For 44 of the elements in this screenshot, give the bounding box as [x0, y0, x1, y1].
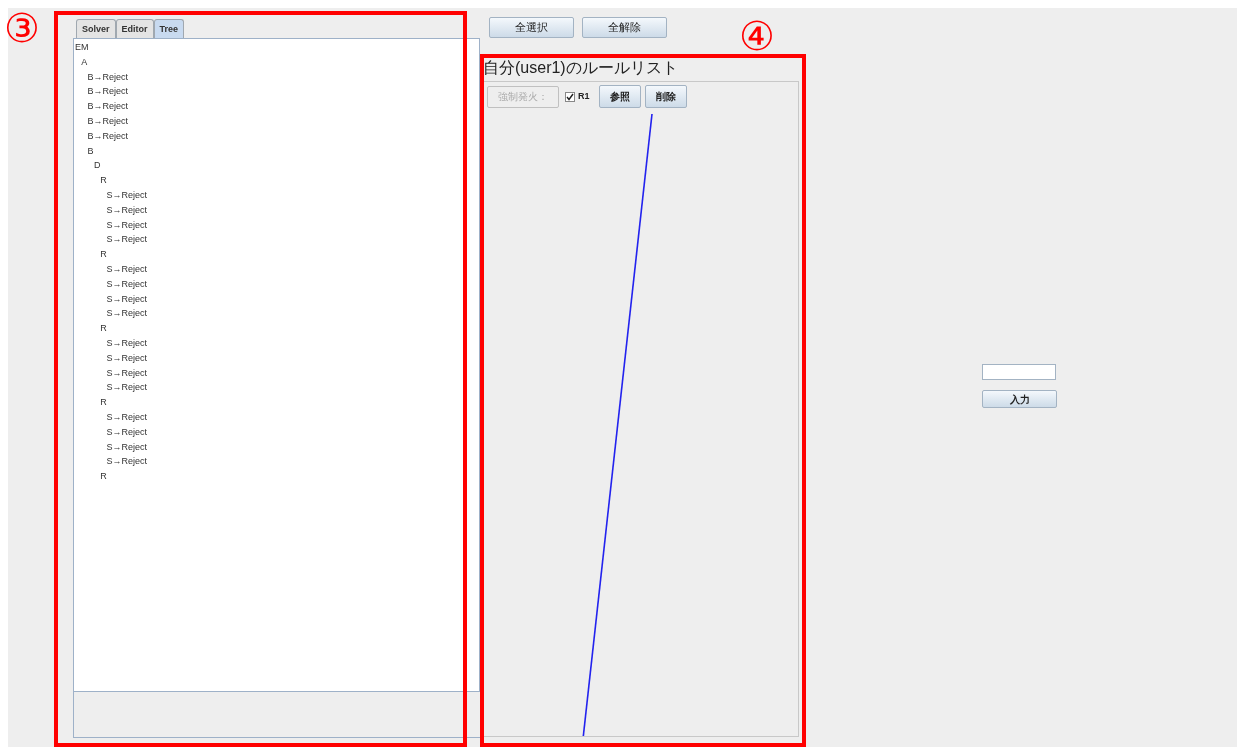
tree-node[interactable]: R [100, 247, 107, 262]
rule-checkbox[interactable] [565, 91, 575, 102]
tree-node[interactable]: S→Reject [106, 261, 147, 277]
tab[interactable]: Editor [115, 19, 154, 38]
tree-node[interactable]: B→Reject [87, 114, 129, 129]
tree-node[interactable]: S→Reject [106, 232, 147, 248]
rule-button[interactable]: 参照 [598, 85, 641, 108]
tree-node[interactable]: S→Reject [106, 335, 147, 351]
rule-list-title: 自分(user1)のルールリスト [483, 58, 678, 78]
tree-node[interactable]: R [100, 395, 107, 410]
tree-node[interactable]: S→Reject [106, 454, 147, 470]
tree-node[interactable]: R [100, 321, 107, 336]
tree-node[interactable]: A [81, 54, 88, 70]
tree-node[interactable]: S→Reject [106, 202, 147, 218]
enter-button[interactable]: 入力 [982, 390, 1057, 408]
tree-node[interactable]: R [100, 173, 107, 188]
toolbar-button[interactable]: 全選択 [489, 17, 574, 38]
rule-button[interactable]: 削除 [644, 85, 687, 108]
tree-node[interactable]: R [100, 469, 107, 484]
tree-node[interactable]: EM [75, 40, 89, 55]
tree-node[interactable]: B→Reject [87, 69, 129, 85]
tree-node[interactable]: D [93, 158, 101, 174]
rule-label: R1 [578, 89, 590, 103]
tree-node[interactable]: S→Reject [106, 276, 147, 292]
tree-node[interactable]: B→Reject [87, 99, 129, 114]
tree-node[interactable]: B→Reject [87, 84, 129, 100]
tree-node[interactable]: S→Reject [106, 380, 147, 396]
tree-node[interactable]: S→Reject [106, 187, 147, 203]
tab[interactable]: Tree [153, 19, 185, 38]
tree-node[interactable]: S→Reject [106, 306, 147, 322]
tree-node[interactable]: S→Reject [106, 409, 147, 425]
tree-node[interactable]: S→Reject [106, 424, 147, 440]
annotation-number: ③ [4, 4, 40, 52]
tree-node[interactable]: B→Reject [87, 128, 129, 144]
tree-node[interactable]: S→Reject [106, 217, 147, 233]
tab[interactable]: Solver [76, 19, 116, 38]
input-field[interactable] [982, 364, 1056, 380]
tree-node[interactable]: S→Reject [106, 365, 147, 381]
annotation-number: ④ [739, 12, 775, 60]
tree-node[interactable]: S→Reject [106, 350, 147, 366]
tree-node[interactable]: B [87, 143, 94, 159]
tree-node[interactable]: S→Reject [106, 291, 147, 307]
toolbar-button[interactable]: 全解除 [582, 17, 667, 38]
tree-node[interactable]: S→Reject [106, 439, 147, 455]
